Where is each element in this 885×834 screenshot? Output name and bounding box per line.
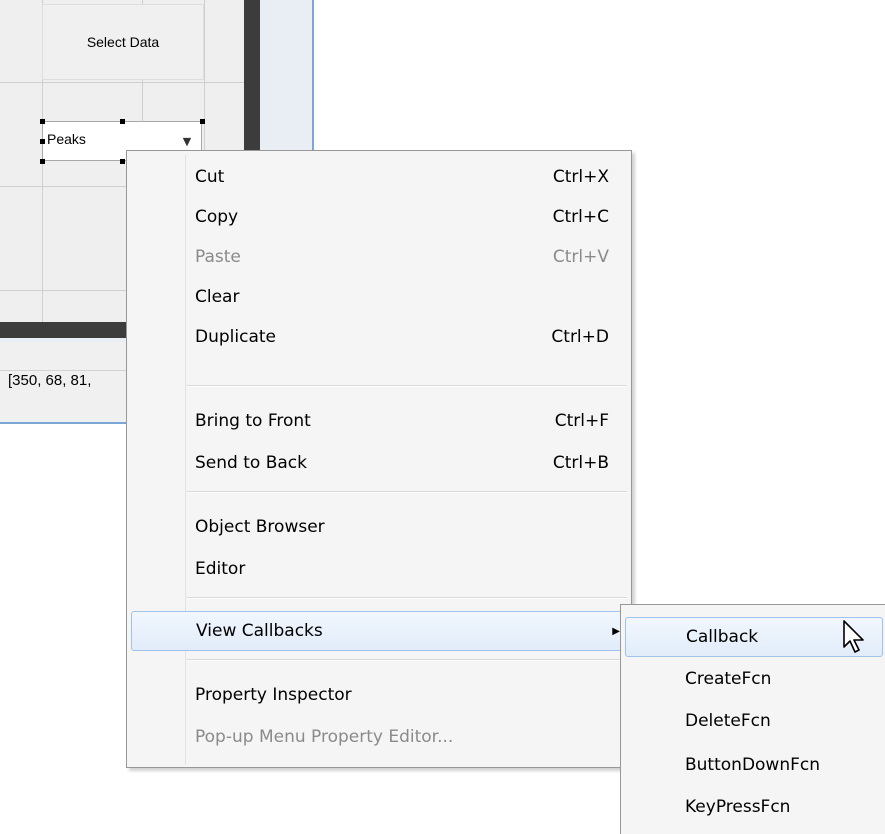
menu-item-label: Editor [195,559,246,579]
menu-item-label: Copy [195,207,239,227]
menu-item-label: Duplicate [195,327,276,347]
menu-item-label: Paste [195,247,241,267]
menu-item-label: Send to Back [195,453,307,473]
submenu-item-keypressfcn[interactable]: KeyPressFcn [625,787,883,827]
submenu-item-label: DeleteFcn [685,711,771,731]
select-data-button[interactable]: Select Data [42,4,204,80]
screen: Select Data Peaks ▼ [350, 68, 81, Cut Ct… [0,0,885,834]
context-menu: Cut Ctrl+X Copy Ctrl+C Paste Ctrl+V Clea… [126,150,632,768]
submenu-item-deletefcn[interactable]: DeleteFcn [625,701,883,741]
menu-item-property-inspector[interactable]: Property Inspector [131,675,627,715]
menu-item-label: Object Browser [195,517,325,537]
popup-menu-value: Peaks [47,131,86,147]
selection-handle[interactable] [40,139,45,144]
menu-item-label: Bring to Front [195,411,311,431]
menu-item-shortcut: Ctrl+D [551,327,609,347]
menu-item-view-callbacks[interactable]: View Callbacks ▶ [131,611,627,651]
submenu-item-label: ButtonDownFcn [685,755,821,775]
selection-handle[interactable] [120,159,125,164]
mouse-pointer-icon [843,620,864,653]
menu-item-editor[interactable]: Editor [131,549,627,589]
menu-item-bring-to-front[interactable]: Bring to Front Ctrl+F [131,401,627,441]
submenu-item-label: KeyPressFcn [685,797,791,817]
selection-handle[interactable] [40,119,45,124]
submenu-item-label: Callback [686,627,759,647]
menu-item-shortcut: Ctrl+B [552,453,609,473]
menu-separator [187,385,627,387]
selection-handle[interactable] [120,119,125,124]
submenu-item-createfcn[interactable]: CreateFcn [625,659,883,699]
selection-handle[interactable] [40,159,45,164]
menu-item-clear[interactable]: Clear [131,277,627,317]
position-readout: [350, 68, 81, [8,372,92,389]
menu-item-label: View Callbacks [196,621,323,641]
menu-item-label: Property Inspector [195,685,352,705]
menu-separator [187,659,627,661]
submenu-arrow-icon: ▶ [612,625,620,637]
menu-item-label: Pop-up Menu Property Editor... [195,727,454,747]
menu-item-shortcut: Ctrl+X [552,167,609,187]
menu-item-duplicate[interactable]: Duplicate Ctrl+D [131,317,627,357]
menu-separator [187,597,627,599]
menu-item-cut[interactable]: Cut Ctrl+X [131,157,627,197]
menu-item-paste[interactable]: Paste Ctrl+V [131,237,627,277]
menu-item-shortcut: Ctrl+F [554,411,609,431]
select-data-button-label: Select Data [86,34,160,50]
menu-item-popup-menu-property-editor[interactable]: Pop-up Menu Property Editor... [131,717,627,757]
menu-item-copy[interactable]: Copy Ctrl+C [131,197,627,237]
menu-item-shortcut: Ctrl+C [552,207,609,227]
menu-item-shortcut: Ctrl+V [552,247,609,267]
selection-handle[interactable] [200,119,205,124]
menu-item-send-to-back[interactable]: Send to Back Ctrl+B [131,443,627,483]
grid-line [0,82,244,83]
menu-item-object-browser[interactable]: Object Browser [131,507,627,547]
submenu-item-buttondownfcn[interactable]: ButtonDownFcn [625,745,883,785]
menu-item-label: Clear [195,287,240,307]
submenu-item-label: CreateFcn [685,669,772,689]
menu-separator [187,491,627,493]
menu-item-label: Cut [195,167,225,187]
